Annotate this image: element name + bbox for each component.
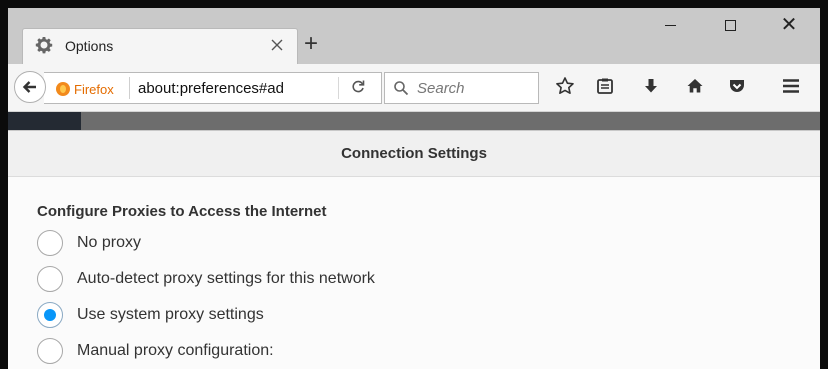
star-icon[interactable] — [552, 76, 578, 102]
radio-auto-detect[interactable]: Auto-detect proxy settings for this netw… — [37, 265, 375, 293]
url-bar[interactable]: Firefox about:preferences#ad — [44, 72, 382, 104]
proxy-section-title: Configure Proxies to Access the Internet — [37, 203, 327, 220]
new-tab-button[interactable]: + — [300, 30, 322, 58]
browser-window: Options + ✕ Firefox about:preferences#ad — [8, 8, 820, 369]
menu-icon[interactable] — [778, 76, 804, 102]
firefox-logo-icon — [56, 82, 70, 96]
reload-icon[interactable] — [350, 79, 368, 97]
minimize-icon — [665, 25, 676, 26]
reload-separator — [338, 77, 339, 99]
identity-box[interactable]: Firefox — [56, 79, 114, 99]
radio-manual-proxy[interactable]: Manual proxy configuration: — [37, 337, 274, 365]
back-arrow-icon — [22, 81, 36, 93]
maximize-icon — [725, 20, 736, 31]
maximize-button[interactable] — [708, 10, 754, 40]
download-icon[interactable] — [638, 76, 664, 102]
search-input[interactable]: Search — [417, 80, 465, 97]
radio-system-proxy[interactable]: Use system proxy settings — [37, 301, 264, 329]
minimize-button[interactable] — [648, 10, 694, 40]
dialog-header: Connection Settings — [8, 131, 820, 177]
url-input[interactable]: about:preferences#ad — [138, 80, 338, 97]
radio-button-selected[interactable] — [37, 302, 63, 328]
navigation-toolbar: Firefox about:preferences#ad Search — [8, 64, 820, 112]
radio-label: Manual proxy configuration: — [77, 342, 274, 359]
identity-separator — [129, 77, 130, 99]
close-icon: ✕ — [780, 14, 798, 36]
radio-label: Auto-detect proxy settings for this netw… — [77, 270, 375, 287]
dialog-title: Connection Settings — [341, 145, 487, 162]
radio-label: No proxy — [77, 234, 142, 251]
close-window-button[interactable]: ✕ — [766, 10, 812, 40]
radio-button[interactable] — [37, 338, 63, 364]
tab-close-icon[interactable] — [267, 35, 287, 55]
tab-strip: Options + ✕ — [8, 8, 820, 64]
search-icon — [394, 81, 409, 96]
tab-title: Options — [65, 38, 114, 54]
connection-settings-dialog: Connection Settings Configure Proxies to… — [8, 130, 820, 369]
tab-options[interactable]: Options — [22, 28, 298, 64]
identity-label: Firefox — [74, 81, 114, 97]
radio-button[interactable] — [37, 266, 63, 292]
back-button[interactable] — [14, 71, 46, 103]
radio-label: Use system proxy settings — [77, 306, 264, 323]
pocket-icon[interactable] — [724, 76, 750, 102]
home-icon[interactable] — [682, 76, 708, 102]
radio-no-proxy[interactable]: No proxy — [37, 229, 141, 257]
gear-icon — [35, 36, 55, 56]
radio-button[interactable] — [37, 230, 63, 256]
reading-list-icon[interactable] — [592, 76, 618, 102]
search-bar[interactable]: Search — [384, 72, 539, 104]
